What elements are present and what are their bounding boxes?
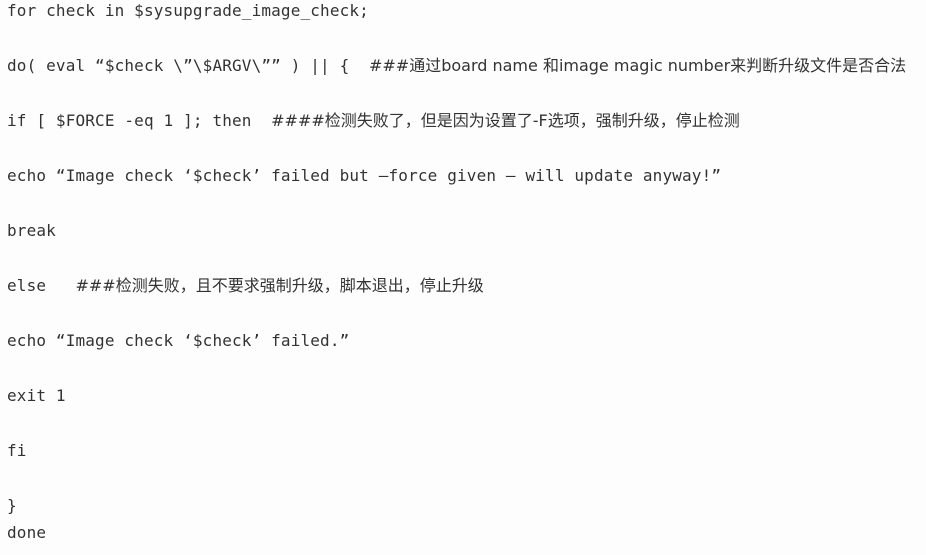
code-text: do( eval “$check \”\$ARGV\”” ) || { (7, 56, 369, 75)
code-line-echo-failed: echo “Image check ‘$check’ failed.” (7, 330, 349, 352)
code-line-exit: exit 1 (7, 385, 66, 407)
code-text: else (7, 276, 76, 295)
code-text: done (7, 523, 47, 542)
code-text: if [ $FORCE -eq 1 ]; then (7, 111, 272, 130)
code-comment: ####检测失败了，但是因为设置了-F选项，强制升级，停止检测 (271, 111, 740, 130)
code-line-done: done (7, 522, 46, 544)
code-line-if-force: if [ $FORCE -eq 1 ]; then ####检测失败了，但是因为… (7, 110, 740, 132)
code-comment: ###检测失败，且不要求强制升级，脚本退出，停止升级 (75, 276, 484, 295)
code-line-close-brace: } (7, 495, 17, 517)
code-text: echo “Image check ‘$check’ failed.” (7, 331, 350, 350)
code-line-fi: fi (7, 440, 27, 462)
code-line-for: for check in $sysupgrade_image_check; (7, 0, 369, 22)
code-line-do-eval: do( eval “$check \”\$ARGV\”” ) || { ###通… (7, 55, 906, 77)
code-text: break (7, 221, 56, 240)
code-comment: ###通过board name 和image magic number来判断升级… (368, 56, 907, 75)
code-text: } (7, 496, 17, 515)
code-line-break: break (7, 220, 56, 242)
code-line-echo-force: echo “Image check ‘$check’ failed but –f… (7, 165, 721, 187)
code-line-else: else ###检测失败，且不要求强制升级，脚本退出，停止升级 (7, 275, 484, 297)
code-document: for check in $sysupgrade_image_check; do… (0, 0, 926, 555)
code-text: exit 1 (7, 386, 66, 405)
code-text: for check in $sysupgrade_image_check; (7, 1, 369, 20)
code-text: fi (7, 441, 27, 460)
code-text: echo “Image check ‘$check’ failed but –f… (7, 166, 722, 185)
